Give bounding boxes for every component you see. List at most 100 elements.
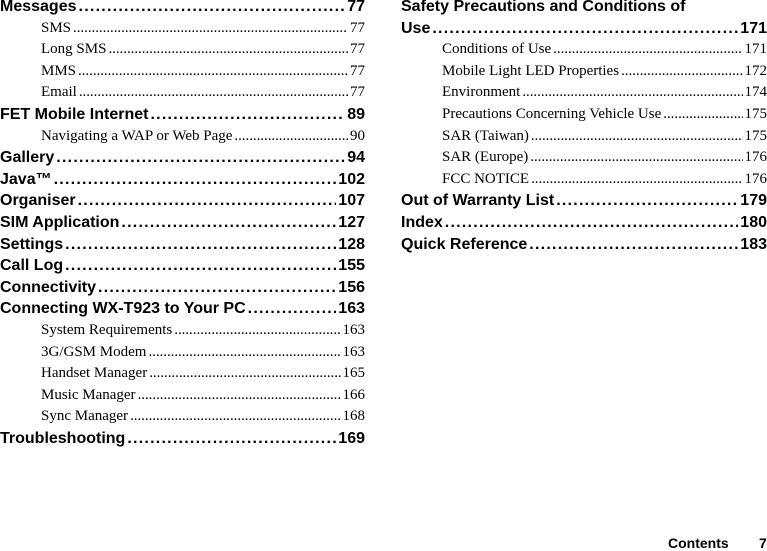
toc-entry-page: 128	[338, 236, 365, 254]
toc-entry-page: 77	[350, 84, 365, 101]
dot-leader	[663, 106, 742, 123]
dot-leader	[445, 214, 739, 232]
toc-entry[interactable]: System Requirements 163	[0, 322, 365, 344]
toc-entry-title: Safety Precautions and Conditions of	[401, 0, 685, 16]
dot-leader	[78, 63, 348, 80]
toc-entry[interactable]: 3G/GSM Modem 163	[0, 344, 365, 366]
dot-leader	[121, 214, 336, 232]
toc-entry-page: 175	[745, 106, 767, 123]
toc-entry[interactable]: Use 171	[401, 20, 767, 42]
toc-entry[interactable]: FCC NOTICE 176	[401, 171, 767, 193]
toc-entry[interactable]: Index180	[401, 214, 767, 236]
toc-entry-page: 171	[745, 41, 767, 58]
toc-entry-title: Precautions Concerning Vehicle Use	[442, 106, 661, 123]
toc-entry-title: Call Log	[0, 257, 63, 275]
toc-entry-page: 127	[338, 214, 365, 232]
toc-entry-page: 168	[343, 408, 366, 425]
toc-entry-title: Gallery	[0, 149, 54, 167]
toc-entry-title: FET Mobile Internet	[0, 106, 148, 124]
dot-leader	[556, 192, 738, 210]
toc-entry-title: Settings	[0, 236, 63, 254]
toc-entry-page: 171	[740, 20, 767, 38]
toc-entry-title: Quick Reference	[401, 236, 527, 254]
toc-entry-title: SAR (Europe)	[442, 149, 528, 166]
toc-entry-page: 90	[350, 128, 365, 145]
toc-entry[interactable]: Sync Manager168	[0, 408, 365, 430]
toc-entry[interactable]: FET Mobile Internet89	[0, 106, 365, 128]
toc-entry[interactable]: Long SMS77	[0, 41, 365, 63]
toc-entry-page: 107	[338, 192, 365, 210]
toc-entry[interactable]: MMS77	[0, 63, 365, 85]
toc-entry-title: Conditions of Use	[442, 41, 551, 58]
toc-entry[interactable]: Navigating a WAP or Web Page90	[0, 128, 365, 150]
toc-entry[interactable]: SMS77	[0, 20, 365, 42]
toc-entry-title: SMS	[41, 20, 71, 37]
toc-entry-title: System Requirements	[41, 322, 172, 339]
dot-leader	[65, 236, 336, 254]
toc-entry-page: 77	[347, 0, 365, 16]
toc-entry[interactable]: Precautions Concerning Vehicle Use 175	[401, 106, 767, 128]
toc-entry[interactable]: Safety Precautions and Conditions of	[401, 0, 767, 20]
toc-entry[interactable]: SAR (Taiwan)175	[401, 128, 767, 150]
toc-entry-title: FCC NOTICE	[442, 171, 529, 188]
toc-entry[interactable]: Connectivity 156	[0, 279, 365, 301]
toc-entry-page: 166	[343, 387, 366, 404]
dot-leader	[248, 300, 337, 318]
dot-leader	[234, 128, 348, 145]
toc-entry-title: Connecting WX-T923 to Your PC	[0, 300, 246, 318]
toc-entry[interactable]: Java™102	[0, 171, 365, 193]
toc-entry[interactable]: Organiser107	[0, 192, 365, 214]
toc-entry-page: 163	[343, 344, 366, 361]
dot-leader	[108, 41, 348, 58]
toc-entry-page: 179	[740, 192, 767, 210]
dot-leader	[79, 0, 346, 16]
toc-entry-title: Troubleshooting	[0, 430, 125, 448]
toc-entry[interactable]: Gallery94	[0, 149, 365, 171]
toc-entry[interactable]: Settings 128	[0, 236, 365, 258]
dot-leader	[79, 84, 348, 101]
toc-entry-page: 77	[350, 63, 365, 80]
toc-entry-page: 77	[350, 41, 365, 58]
dot-leader	[621, 63, 742, 80]
toc-entry-title: Use	[401, 20, 430, 38]
dot-leader	[149, 365, 340, 382]
toc-entry[interactable]: Troubleshooting 169	[0, 430, 365, 452]
toc-entry-title: Mobile Light LED Properties	[442, 63, 619, 80]
toc-entry[interactable]: Messages77	[0, 0, 365, 20]
toc-entry-title: Music Manager	[41, 387, 136, 404]
toc-entry-title: Environment	[442, 84, 520, 101]
toc-entry-page: 174	[745, 84, 767, 101]
toc-entry-page: 155	[338, 257, 365, 275]
toc-entry[interactable]: Environment 174	[401, 84, 767, 106]
toc-right-column: Safety Precautions and Conditions of Use 1…	[401, 0, 767, 257]
toc-entry[interactable]: Out of Warranty List179	[401, 192, 767, 214]
toc-entry[interactable]: Conditions of Use 171	[401, 41, 767, 63]
toc-entry[interactable]: SAR (Europe)176	[401, 149, 767, 171]
toc-entry-page: 176	[745, 171, 767, 188]
toc-entry-title: 3G/GSM Modem	[41, 344, 146, 361]
toc-entry[interactable]: Mobile Light LED Properties 172	[401, 63, 767, 85]
toc-entry[interactable]: Call Log 155	[0, 257, 365, 279]
toc-entry[interactable]: Connecting WX-T923 to Your PC163	[0, 300, 365, 322]
toc-entry-title: SIM Application	[0, 214, 119, 232]
dot-leader	[174, 322, 340, 339]
toc-entry-page: 169	[338, 430, 365, 448]
toc-entry[interactable]: SIM Application 127	[0, 214, 365, 236]
toc-entry-page: 163	[343, 322, 366, 339]
toc-entry[interactable]: Quick Reference183	[401, 236, 767, 258]
dot-leader	[150, 106, 345, 124]
toc-entry[interactable]: Email 77	[0, 84, 365, 106]
toc-entry-title: SAR (Taiwan)	[442, 128, 529, 145]
toc-entry-title: Email	[41, 84, 77, 101]
toc-entry-page: 165	[343, 365, 366, 382]
toc-entry-title: Connectivity	[0, 279, 96, 297]
toc-entry[interactable]: Music Manager 166	[0, 387, 365, 409]
dot-leader	[522, 84, 742, 101]
dot-leader	[138, 387, 341, 404]
toc-entry[interactable]: Handset Manager165	[0, 365, 365, 387]
dot-leader	[127, 430, 336, 448]
toc-entry-page: 102	[338, 171, 365, 189]
toc-entry-page: 156	[338, 279, 365, 297]
toc-entry-page: 172	[745, 63, 767, 80]
dot-leader	[130, 408, 340, 425]
